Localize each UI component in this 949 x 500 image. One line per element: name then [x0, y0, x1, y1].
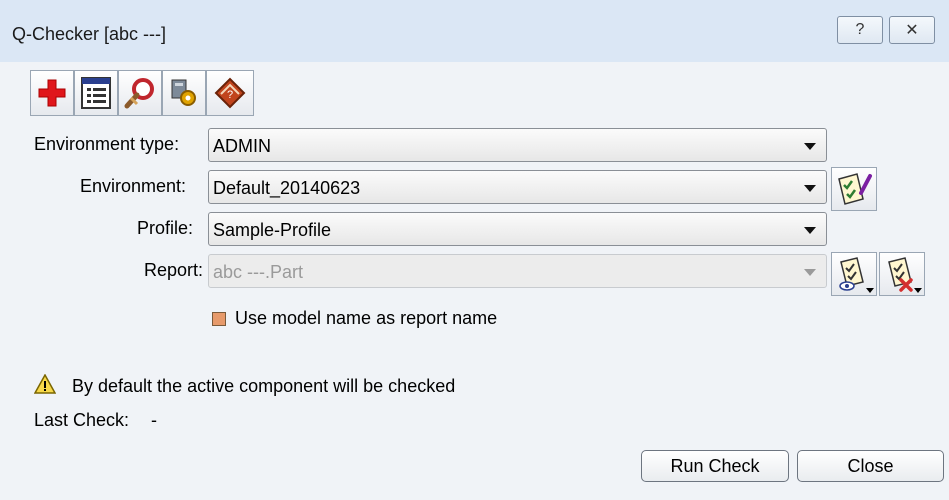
environment-label: Environment:	[80, 176, 187, 196]
info-message: By default the active component will be …	[72, 376, 456, 396]
help-book-button[interactable]: ?	[206, 70, 254, 116]
help-icon: ?	[855, 21, 865, 38]
run-check-label: Run Check	[670, 455, 760, 476]
dropdown-corner-icon	[914, 288, 922, 293]
close-label: Close	[847, 455, 894, 476]
settings-gear-icon	[171, 79, 196, 106]
close-icon: ✕	[905, 22, 919, 39]
profile-value: Sample-Profile	[213, 220, 332, 240]
environment-select[interactable]: Default_20140623	[208, 170, 827, 204]
delete-report-icon	[888, 257, 913, 292]
report-value: abc ---.Part	[213, 262, 304, 282]
dropdown-corner-icon	[866, 288, 874, 293]
chevron-down-icon	[804, 227, 816, 234]
environment-type-value: ADMIN	[213, 136, 271, 156]
dialog-body: ? Environment type: ADMIN Environment: D…	[0, 62, 949, 500]
environment-type-select[interactable]: ADMIN	[208, 128, 827, 162]
chevron-down-icon	[804, 185, 816, 192]
chevron-down-icon	[804, 143, 816, 150]
edit-environment-button[interactable]	[831, 167, 877, 211]
edit-checklist-icon	[838, 173, 872, 205]
delete-report-button[interactable]	[879, 252, 925, 296]
last-check-label: Last Check:	[34, 410, 130, 430]
view-report-button[interactable]	[831, 252, 877, 296]
q-checker-dialog: Q-Checker [abc ---] ? ✕ ? Environment ty…	[0, 0, 949, 500]
report-label: Report:	[144, 260, 204, 280]
search-button[interactable]	[118, 70, 162, 116]
window-title: Q-Checker [abc ---]	[12, 24, 167, 44]
help-button[interactable]: ?	[837, 16, 883, 44]
profile-select[interactable]: Sample-Profile	[208, 212, 827, 246]
search-magnifier-icon	[124, 78, 154, 109]
help-book-icon: ?	[214, 77, 246, 109]
settings-button[interactable]	[162, 70, 206, 116]
run-check-button[interactable]: Run Check	[641, 450, 789, 482]
close-button[interactable]: Close	[797, 450, 944, 482]
use-model-name-label: Use model name as report name	[235, 308, 498, 328]
use-model-name-checkbox[interactable]	[212, 312, 226, 326]
svg-text:?: ?	[227, 89, 233, 101]
last-check-value: -	[151, 410, 157, 430]
view-report-icon	[839, 257, 864, 291]
close-window-button[interactable]: ✕	[889, 16, 935, 44]
list-window-icon	[81, 77, 111, 109]
warning-icon	[34, 374, 56, 394]
environment-type-label: Environment type:	[34, 134, 180, 154]
title-bar: Q-Checker [abc ---] ? ✕	[0, 0, 949, 62]
add-icon	[38, 79, 66, 107]
chevron-down-icon	[804, 269, 816, 276]
environment-value: Default_20140623	[213, 178, 361, 198]
profile-label: Profile:	[137, 218, 194, 238]
add-button[interactable]	[30, 70, 74, 116]
report-select: abc ---.Part	[208, 254, 827, 288]
list-window-button[interactable]	[74, 70, 118, 116]
